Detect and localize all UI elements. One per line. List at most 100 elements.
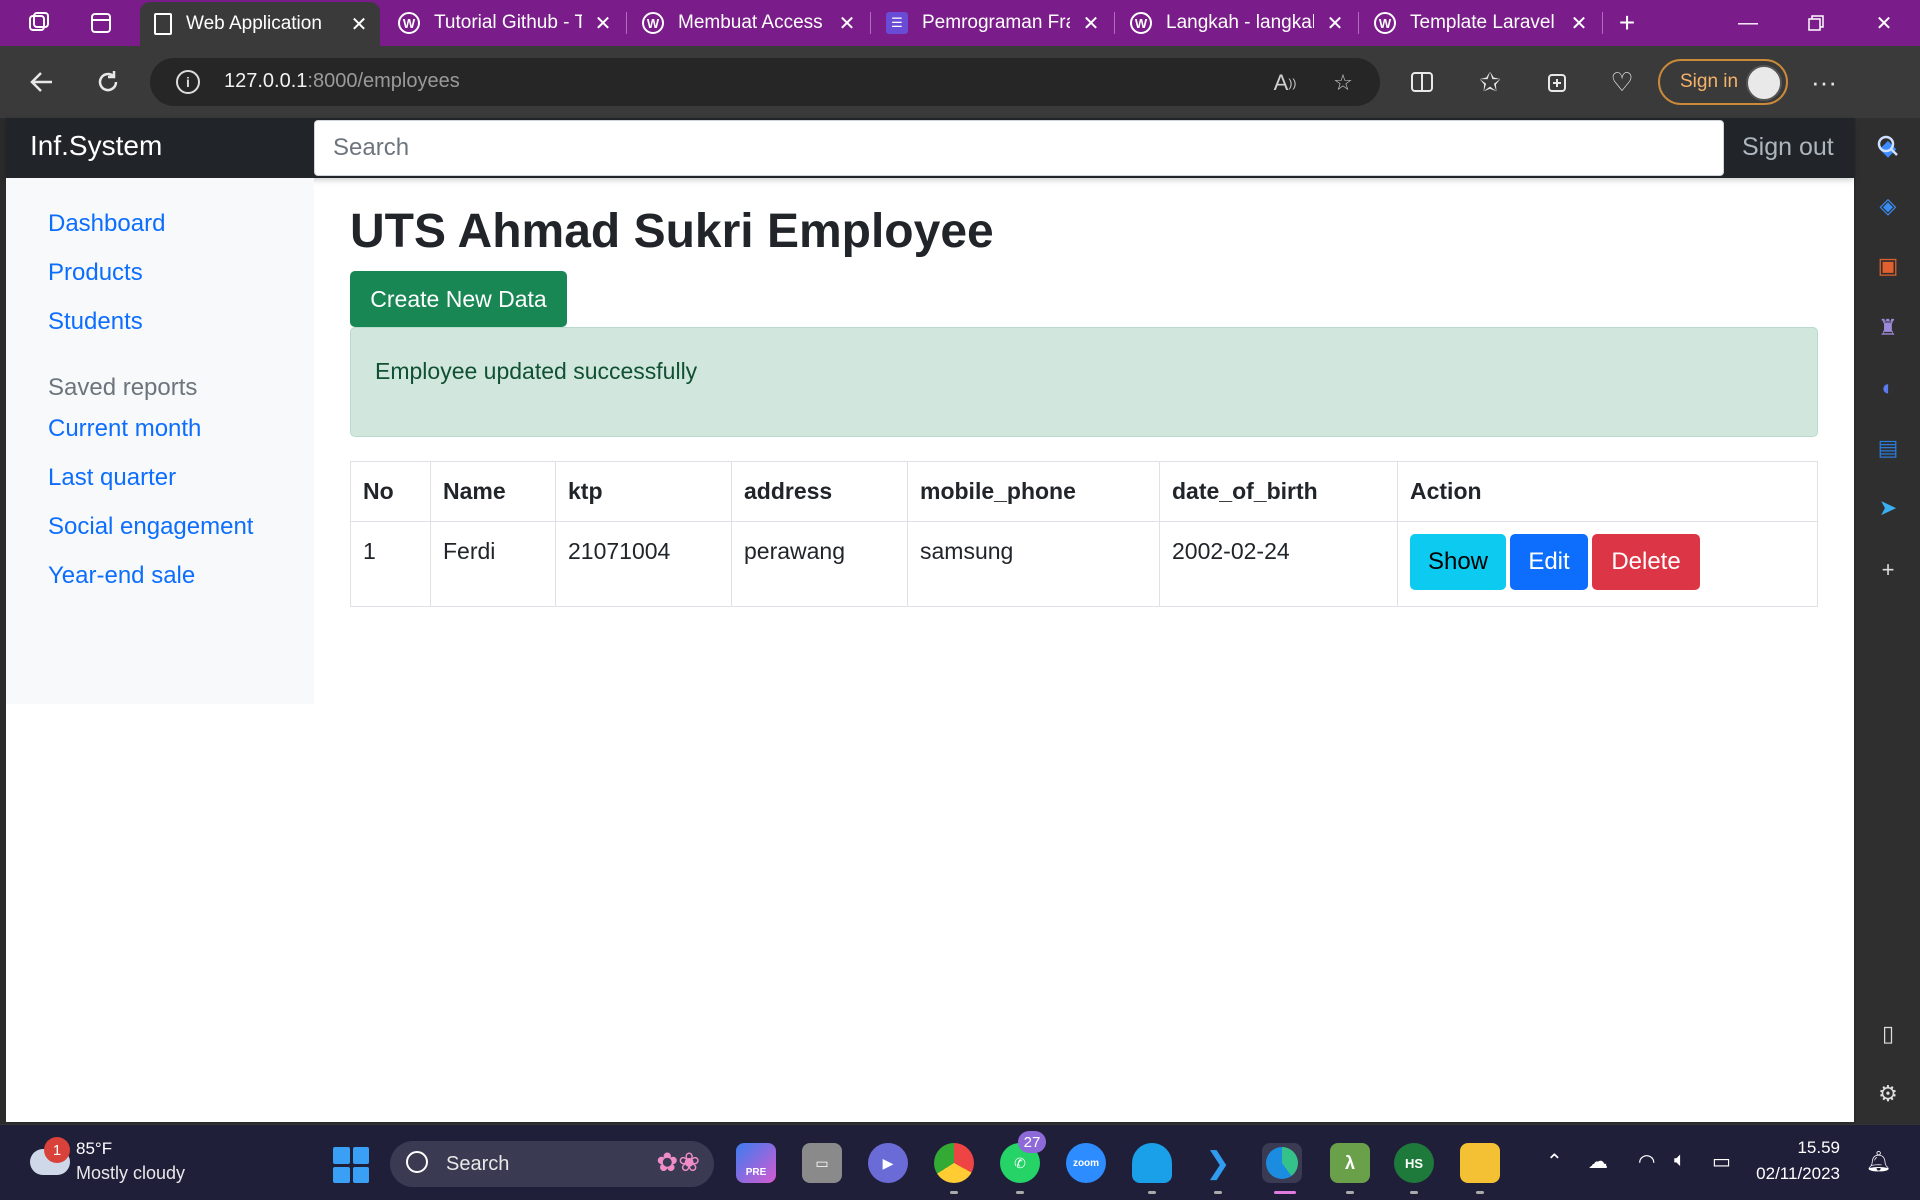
whatsapp-badge: 27 xyxy=(1018,1131,1046,1153)
close-window-icon[interactable]: ✕ xyxy=(1852,0,1916,46)
tab-membuat-access[interactable]: W Membuat Access T ✕ xyxy=(628,0,868,46)
zoom-label: zoom xyxy=(1072,1157,1100,1169)
chrome-icon[interactable] xyxy=(934,1143,974,1183)
search-icon[interactable] xyxy=(1874,132,1902,160)
split-screen-icon[interactable] xyxy=(1402,62,1442,102)
sign-in-button[interactable]: Sign in xyxy=(1658,59,1788,105)
back-icon[interactable] xyxy=(22,62,62,102)
create-new-data-button[interactable]: Create New Data xyxy=(350,271,567,327)
search-input[interactable]: Search xyxy=(314,120,1724,176)
outlook-icon[interactable]: ▤ xyxy=(1874,434,1902,462)
tools-icon[interactable]: ▣ xyxy=(1874,252,1902,280)
wifi-icon[interactable]: ◠ xyxy=(1638,1149,1655,1174)
taskbar-search[interactable]: Search ✿❀ xyxy=(390,1141,714,1187)
web-page: Inf.System Search Sign out Dashboard Pro… xyxy=(6,118,1854,1122)
column-header-ktp: ktp xyxy=(555,461,732,522)
tab-template-laravel[interactable]: W Template Laravel 1 ✕ xyxy=(1360,0,1600,46)
sidebar-item-dashboard[interactable]: Dashboard xyxy=(48,210,165,238)
delete-button[interactable]: Delete xyxy=(1592,534,1700,590)
windows-start-icon[interactable] xyxy=(333,1147,369,1183)
address-bar[interactable]: i 127.0.0.1:8000/employees A)) ☆ xyxy=(150,58,1380,106)
more-options-icon[interactable]: ··· xyxy=(1804,62,1844,102)
task-view-icon[interactable]: ▭ xyxy=(802,1143,842,1183)
favorite-star-icon[interactable]: ☆ xyxy=(1328,68,1358,98)
favorites-icon[interactable]: ✩ xyxy=(1470,62,1510,102)
cell-address: perawang xyxy=(731,521,908,607)
restore-icon[interactable] xyxy=(1784,0,1848,46)
close-icon[interactable]: ✕ xyxy=(592,11,614,36)
sidebar-item-students[interactable]: Students xyxy=(48,308,143,336)
sidebar-item-year-end-sale[interactable]: Year-end sale xyxy=(48,562,195,590)
copilot-apps-icon[interactable]: ◐ xyxy=(1874,374,1902,402)
cell-no: 1 xyxy=(350,521,431,607)
zoom-icon[interactable]: zoom xyxy=(1066,1143,1106,1183)
new-tab-icon[interactable]: + xyxy=(1612,7,1642,38)
xampp-icon[interactable]: λ xyxy=(1330,1143,1370,1183)
column-header-name: Name xyxy=(430,461,556,522)
column-header-address: address xyxy=(731,461,908,522)
sidebar-toggle-icon[interactable]: ▯ xyxy=(1874,1020,1902,1048)
teams-meet-icon[interactable]: ▶ xyxy=(868,1143,908,1183)
wordpress-icon: W xyxy=(398,12,420,34)
weather-widget[interactable]: 1 85°F Mostly cloudy xyxy=(30,1137,230,1189)
close-icon[interactable]: ✕ xyxy=(348,12,370,37)
close-icon[interactable]: ✕ xyxy=(1324,11,1346,36)
employee-table: No Name ktp address mobile_phone date_of… xyxy=(350,461,1818,607)
telegram-icon[interactable]: ➤ xyxy=(1874,494,1902,522)
sidebar-item-social-engagement[interactable]: Social engagement xyxy=(48,513,253,541)
read-aloud-icon[interactable]: A)) xyxy=(1270,68,1300,98)
cell-date-of-birth: 2002-02-24 xyxy=(1159,521,1398,607)
show-button[interactable]: Show xyxy=(1410,534,1506,590)
tab-separator xyxy=(1602,12,1603,34)
edit-button[interactable]: Edit xyxy=(1510,534,1588,590)
notification-bell-icon[interactable]: 🔔︎ xyxy=(1866,1149,1891,1174)
refresh-icon[interactable] xyxy=(88,62,128,102)
browser-toolbar: i 127.0.0.1:8000/employees A)) ☆ ✩ ♡ Sig… xyxy=(0,46,1920,118)
close-icon[interactable]: ✕ xyxy=(1568,11,1590,36)
brand-logo[interactable]: Inf.System xyxy=(30,130,162,162)
cell-name: Ferdi xyxy=(430,521,556,607)
file-explorer-icon[interactable] xyxy=(1460,1143,1500,1183)
cell-ktp: 21071004 xyxy=(555,521,732,607)
shopping-tag-icon[interactable]: ◈ xyxy=(1874,192,1902,220)
running-indicator xyxy=(950,1191,958,1194)
minimize-icon[interactable]: — xyxy=(1716,0,1780,46)
collections-icon[interactable] xyxy=(1536,62,1576,102)
close-icon[interactable]: ✕ xyxy=(836,11,858,36)
sidebar-item-current-month[interactable]: Current month xyxy=(48,415,201,443)
info-icon[interactable]: i xyxy=(176,70,200,94)
copilot-pre-icon[interactable]: PRE xyxy=(736,1143,776,1183)
page-icon xyxy=(154,13,172,35)
active-indicator xyxy=(1274,1191,1296,1194)
cell-actions: Show Edit Delete xyxy=(1397,521,1818,607)
tab-tutorial-github[interactable]: W Tutorial Github - T ✕ xyxy=(384,0,624,46)
chevron-up-icon[interactable]: ⌃ xyxy=(1546,1149,1563,1174)
settings-gear-icon[interactable]: ⚙ xyxy=(1874,1080,1902,1108)
tab-langkah[interactable]: W Langkah - langkah ✕ xyxy=(1116,0,1356,46)
close-icon[interactable]: ✕ xyxy=(1080,11,1102,36)
sidebar-item-products[interactable]: Products xyxy=(48,259,143,287)
edge-icon[interactable] xyxy=(1262,1143,1302,1183)
vscode-icon[interactable]: ❯ xyxy=(1198,1143,1238,1183)
url-text[interactable]: 127.0.0.1:8000/employees xyxy=(224,70,460,93)
tab-web-application[interactable]: Web Application ✕ xyxy=(140,2,380,46)
volume-icon[interactable]: 🔈︎ xyxy=(1674,1149,1686,1172)
app-navbar: Inf.System Search Sign out xyxy=(6,118,1854,178)
onedrive-icon[interactable]: ☁ xyxy=(1588,1149,1608,1174)
browser-essentials-icon[interactable]: ♡ xyxy=(1602,62,1642,102)
games-icon[interactable]: ♜ xyxy=(1874,314,1902,342)
weather-temperature: 85°F xyxy=(76,1139,113,1158)
sidebar-item-last-quarter[interactable]: Last quarter xyxy=(48,464,176,492)
column-header-date-of-birth: date_of_birth xyxy=(1159,461,1398,522)
hs-app-icon[interactable]: HS xyxy=(1394,1143,1434,1183)
list-icon: ☰ xyxy=(886,12,908,34)
sign-out-link[interactable]: Sign out xyxy=(1742,133,1834,162)
clock[interactable]: 15.59 02/11/2023 xyxy=(1756,1135,1840,1187)
wordpress-icon: W xyxy=(1130,12,1152,34)
add-icon[interactable]: + xyxy=(1874,556,1902,584)
tab-pemrograman[interactable]: ☰ Pemrograman Fra ✕ xyxy=(872,0,1112,46)
elephant-app-icon[interactable] xyxy=(1132,1143,1172,1183)
column-header-action: Action xyxy=(1397,461,1818,522)
workspaces-icon[interactable] xyxy=(24,8,54,38)
tab-actions-icon[interactable] xyxy=(86,8,116,38)
